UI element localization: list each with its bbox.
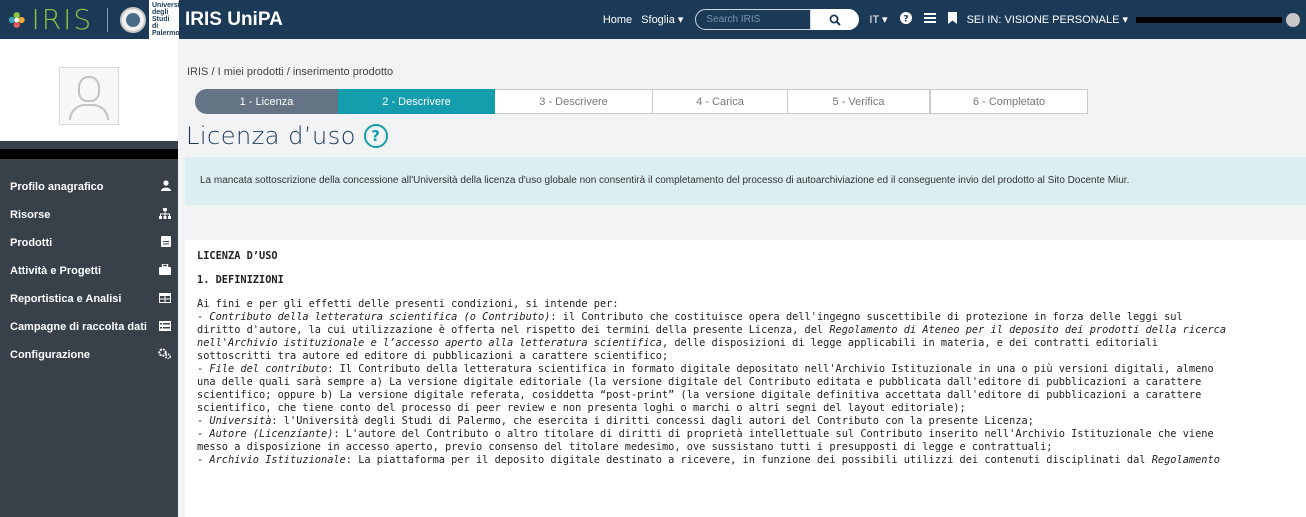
license-line: : La piattaforma per il deposito digital…: [345, 454, 1152, 466]
context-dropdown[interactable]: SEI IN: VISIONE PERSONALE ▾: [967, 13, 1128, 26]
license-section-title: 1. DEFINIZIONI: [197, 274, 284, 286]
nav-home-link[interactable]: Home: [603, 14, 632, 26]
license-line: scientifico; oppure b) La versione digit…: [197, 389, 1202, 401]
iris-flower-icon: [8, 11, 25, 28]
table-icon: [159, 292, 171, 306]
sidebar-item-reportistica[interactable]: Reportistica e Analisi: [0, 285, 178, 313]
sidebar-menu: Profilo anagrafico Risorse Prodotti Atti…: [0, 173, 178, 369]
sidebar-item-label: Attività e Progetti: [10, 265, 102, 277]
svg-text:?: ?: [903, 15, 908, 25]
list-icon: [159, 320, 171, 334]
step-descrivere-1[interactable]: 2 - Descrivere: [338, 89, 495, 114]
user-silhouette-icon: [78, 76, 100, 102]
iris-logo-text: IRIS: [31, 2, 94, 36]
license-line: scientifico, che tiene conto del process…: [197, 402, 966, 414]
language-label: IT: [869, 14, 879, 26]
user-name-redacted[interactable]: [1136, 16, 1282, 23]
university-seal-icon: [120, 6, 146, 33]
wizard-steps: 1 - Licenza 2 - Descrivere 3 - Descriver…: [195, 89, 1088, 114]
gears-icon: [158, 348, 172, 362]
license-line: una delle quali sarà sempre a) La versio…: [197, 376, 1202, 388]
profile-photo-placeholder[interactable]: [59, 67, 119, 125]
sidebar-item-attivita[interactable]: Attività e Progetti: [0, 257, 178, 285]
license-line: sottoscritti tra autore ed editore di pu…: [197, 350, 669, 362]
sidebar-item-label: Risorse: [10, 209, 51, 221]
license-line: : l'Università degli Studi di Palermo, c…: [271, 415, 1034, 427]
license-line: , delle disposizioni di legge applicabil…: [661, 337, 1158, 349]
user-silhouette-shoulders: [69, 104, 109, 120]
term-autore: Autore (Licenziante): [209, 428, 334, 440]
sidebar-item-risorse[interactable]: Risorse: [0, 201, 178, 229]
license-line: : L'autore del Contributo o altro titola…: [333, 428, 1214, 440]
app-title[interactable]: IRIS UniPA: [185, 9, 283, 31]
term-universita: Università: [209, 415, 272, 427]
page-title: Licenza d’uso: [186, 122, 356, 150]
sidebar-item-campagne[interactable]: Campagne di raccolta dati: [0, 313, 178, 341]
search-input[interactable]: [695, 9, 812, 30]
unipa-logo[interactable]: Università degli Studi di Palermo: [120, 0, 186, 40]
page-title-wrap: Licenza d’uso ?: [186, 122, 388, 150]
step-carica[interactable]: 4 - Carica: [653, 89, 788, 114]
sidebar-item-profilo[interactable]: Profilo anagrafico: [0, 173, 178, 201]
breadcrumb-current: inserimento prodotto: [292, 66, 394, 78]
sitemap-icon: [159, 208, 171, 222]
license-line: : il Contributo che costituisce opera de…: [550, 311, 1183, 323]
user-icon: [161, 180, 171, 194]
sidebar-item-prodotti[interactable]: Prodotti: [0, 229, 178, 257]
help-circle-icon[interactable]: ?: [899, 12, 912, 27]
step-completato[interactable]: 6 - Completato: [930, 89, 1088, 114]
briefcase-icon: [159, 263, 171, 278]
license-line: messo a disposizione in accesso aperto, …: [197, 441, 1053, 453]
info-alert: La mancata sottoscrizione della concessi…: [185, 157, 1306, 205]
top-navbar: IRIS Università degli Studi di Palermo I…: [0, 0, 1306, 40]
caret-down-icon: ▾: [677, 14, 684, 26]
license-line: : Il Contributo della letteratura scient…: [327, 363, 1214, 375]
iris-logo[interactable]: IRIS: [0, 0, 108, 39]
breadcrumb-iris-link[interactable]: IRIS: [187, 66, 208, 78]
term-archivio: Archivio Istituzionale: [209, 454, 346, 466]
search-button[interactable]: [811, 9, 860, 30]
license-line: diritto d'autore, la cui utilizzazione è…: [197, 324, 830, 336]
context-label: SEI IN: VISIONE PERSONALE: [966, 14, 1120, 26]
term-contributo: Contributo della letteratura scientifica…: [209, 311, 551, 323]
sidebar-item-label: Profilo anagrafico: [10, 181, 104, 193]
profile-card: [0, 39, 178, 141]
profile-name-redacted: [0, 149, 178, 159]
sidebar-item-label: Prodotti: [10, 237, 53, 249]
search-box: [695, 9, 860, 30]
tasks-icon[interactable]: [923, 12, 936, 27]
step-licenza[interactable]: 1 - Licenza: [195, 89, 338, 114]
sidebar-item-label: Campagne di raccolta dati: [10, 321, 147, 333]
term-regolamento-2: Regolamento: [1151, 454, 1220, 466]
main-content: IRIS / I miei prodotti / inserimento pro…: [178, 39, 1306, 517]
bookmark-icon[interactable]: [947, 12, 957, 27]
breadcrumb-my-products-link[interactable]: I miei prodotti: [218, 66, 284, 78]
sidebar-item-label: Reportistica e Analisi: [10, 293, 122, 305]
license-intro: Ai fini e per gli effetti delle presenti…: [197, 298, 619, 310]
search-icon: [829, 14, 842, 26]
help-icon[interactable]: ?: [363, 124, 388, 148]
language-dropdown[interactable]: IT ▾: [869, 13, 887, 26]
term-regolamento: Regolamento di Ateneo per il deposito de…: [829, 324, 1227, 336]
term-regolamento-cont: nell'Archivio istituzionale e l’accesso …: [197, 337, 662, 349]
license-text-box[interactable]: LICENZA D’USO 1. DEFINIZIONI Ai fini e per…: [185, 240, 1306, 517]
sidebar-item-label: Configurazione: [10, 349, 91, 361]
navbar-right: Home Sfoglia ▾ IT ▾ ? SEI IN: VISIONE PE…: [594, 0, 1306, 39]
caret-down-icon: ▾: [882, 14, 888, 26]
step-descrivere-2[interactable]: 3 - Descrivere: [495, 89, 653, 114]
document-icon: [161, 236, 171, 250]
step-verifica[interactable]: 5 - Verifica: [788, 89, 930, 114]
university-label: Università degli Studi di Palermo: [149, 0, 186, 40]
caret-down-icon: ▾: [1122, 14, 1128, 26]
term-file: File del contributo: [209, 363, 328, 375]
logo-divider: [107, 7, 108, 32]
license-heading: LICENZA D’USO: [197, 250, 278, 262]
nav-browse-label: Sfoglia: [641, 14, 675, 26]
breadcrumb: IRIS / I miei prodotti / inserimento pro…: [187, 66, 393, 78]
avatar[interactable]: [1286, 12, 1300, 27]
sidebar: Profilo anagrafico Risorse Prodotti Atti…: [0, 39, 178, 517]
sidebar-item-configurazione[interactable]: Configurazione: [0, 341, 178, 369]
nav-browse-dropdown[interactable]: Sfoglia ▾: [641, 13, 683, 26]
